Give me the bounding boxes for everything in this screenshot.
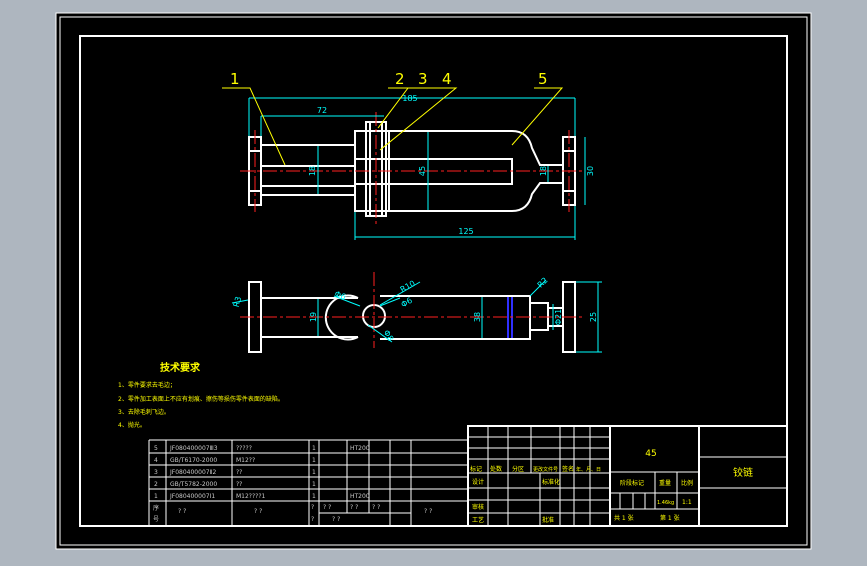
sheet-number: 第 1 张 xyxy=(660,514,680,522)
bom-cell: 2 xyxy=(154,481,158,488)
bom-cell: M12????1 xyxy=(236,493,266,500)
bom-cell: JF080400007Ⅱ2 xyxy=(169,469,217,476)
dim-d-end: 25 xyxy=(589,312,598,322)
bom-cell: 1 xyxy=(154,493,158,500)
rev-header-3: 分区 xyxy=(512,465,524,473)
label-approve: 批准 xyxy=(542,516,554,524)
bom-cell: 1 xyxy=(312,469,316,476)
label-scale: 比例 xyxy=(681,479,693,487)
bom-cell: GB/T6170-2000 xyxy=(170,457,217,464)
scale-value: 1:1 xyxy=(682,499,692,506)
callout-4: 4 xyxy=(442,70,452,88)
bom-header-seq-b: 号 xyxy=(153,516,159,523)
label-stage-mark: 阶段标记 xyxy=(620,479,644,487)
callout-3: 3 xyxy=(418,70,428,88)
rev-header-4: 更改文件号 xyxy=(533,466,558,473)
bom-cell: 3 xyxy=(154,469,158,476)
tech-item-4: 4、抛光。 xyxy=(118,421,146,429)
rev-header-1: 标记 xyxy=(470,465,482,473)
dim-overall: 185 xyxy=(402,94,417,103)
bom-header-c3-bot: ? xyxy=(311,516,314,523)
tech-item-2: 2、零件加工表面上不应有划痕、擦伤等损伤零件表面的缺陷。 xyxy=(118,395,284,403)
bom-cell: HT200 xyxy=(350,493,370,500)
label-design: 设计 xyxy=(472,478,484,486)
tech-item-3: 3、去除毛刺飞边。 xyxy=(118,408,170,416)
part-name: 铰链 xyxy=(733,466,753,479)
bom-cell: 1 xyxy=(312,481,316,488)
cad-viewport[interactable]: 185 72 125 18 45 18 30 1 2 3 4 5 19 38 R… xyxy=(0,0,867,562)
weight-value: 1.46kg xyxy=(657,500,674,506)
dim-inner: 125 xyxy=(458,227,473,236)
bom-header-c2: ? ? xyxy=(254,508,262,515)
rev-header-5: 签名 xyxy=(562,465,574,473)
bom-header-c6: ? ? xyxy=(424,508,432,515)
bom-cell: 1 xyxy=(312,493,316,500)
bom-cell: 5 xyxy=(154,445,158,452)
bom-cell: 1 xyxy=(312,445,316,452)
dim-d-mid: 38 xyxy=(473,312,482,322)
bom-cell: ????? xyxy=(236,445,252,452)
label-process: 工艺 xyxy=(472,516,484,524)
bom-cell: JF080400007Ⅰ1 xyxy=(169,493,215,500)
dim-h-flange: 30 xyxy=(586,166,595,176)
callout-5: 5 xyxy=(538,70,548,88)
bom-header-c1: ? ? xyxy=(178,508,186,515)
tech-item-1: 1、零件要求去毛边； xyxy=(118,381,176,389)
bom-header-seq-a: 序 xyxy=(153,504,159,512)
tech-title: 技术要求 xyxy=(160,361,201,374)
bom-header-c5-top: ? ? xyxy=(350,504,358,511)
label-review: 审核 xyxy=(472,503,484,511)
label-weight: 重量 xyxy=(659,479,671,487)
total-sheets: 共 1 张 xyxy=(614,514,634,522)
bom-cell: 1 xyxy=(312,457,316,464)
bom-cell: M12?? xyxy=(236,457,255,464)
dim-h-mid: 45 xyxy=(418,166,427,176)
dim-left: 72 xyxy=(317,106,327,115)
bom-cell: ?? xyxy=(236,469,242,476)
material-value: 45 xyxy=(645,449,656,459)
dim-d-left: 19 xyxy=(309,312,318,322)
callout-2: 2 xyxy=(395,70,405,88)
rev-header-6: 年、月、日 xyxy=(576,466,601,473)
bom-cell: JF080400007Ⅲ3 xyxy=(169,445,218,452)
bom-header-c4-bot: ? ? xyxy=(332,516,340,523)
label-standardize: 标准化 xyxy=(542,478,560,486)
dim-d-flange: Φ21 xyxy=(554,309,563,325)
bom-cell: HT200 xyxy=(350,445,370,452)
bom-cell: 4 xyxy=(154,457,158,464)
bom-header-c3-top: ? xyxy=(311,504,314,511)
drawing-sheet[interactable]: 185 72 125 18 45 18 30 1 2 3 4 5 19 38 R… xyxy=(0,0,867,562)
bom-header-c4-top: ? ? xyxy=(323,504,331,511)
bom-cell: GB/T5782-2000 xyxy=(170,481,217,488)
bom-cell: ?? xyxy=(236,481,242,488)
rev-header-2: 处数 xyxy=(490,465,502,473)
callout-1: 1 xyxy=(230,70,240,88)
dim-h-left: 18 xyxy=(308,166,317,176)
bom-header-c5-mid: ? ? xyxy=(372,504,380,511)
dim-h-right: 18 xyxy=(539,166,548,176)
